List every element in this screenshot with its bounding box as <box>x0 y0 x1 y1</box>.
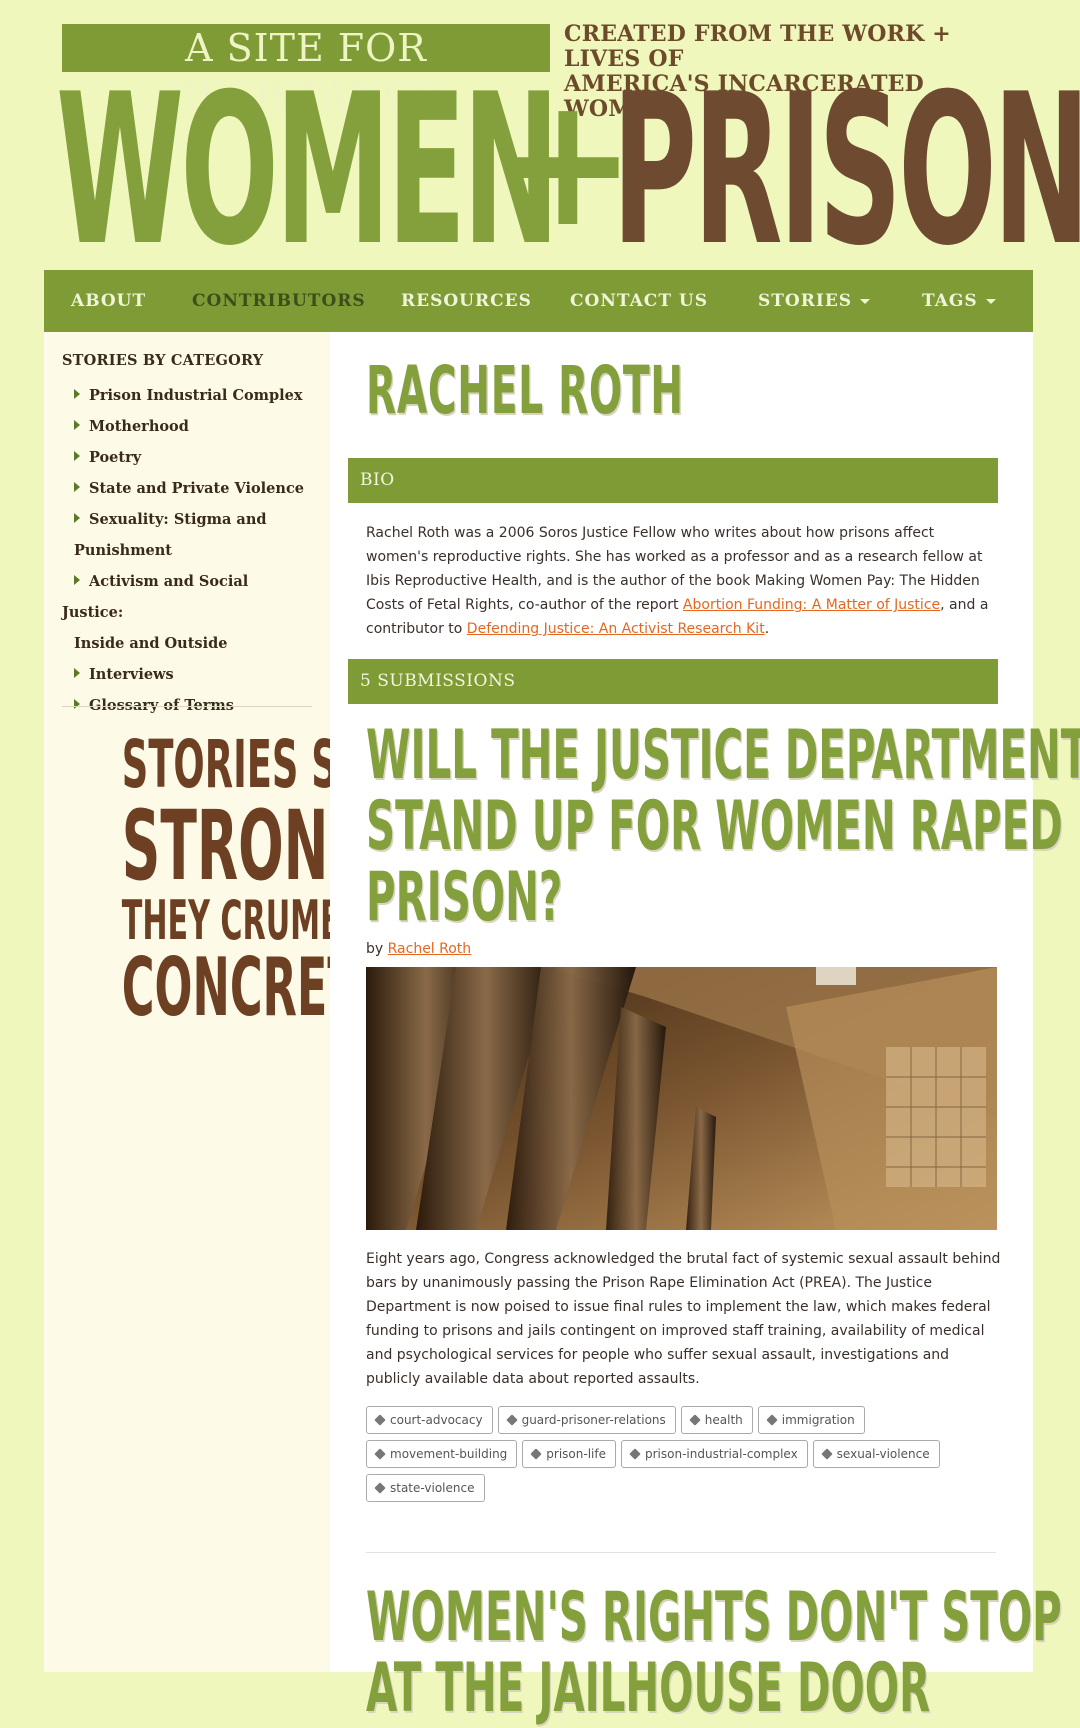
category-item[interactable]: Poetry <box>62 442 307 473</box>
tag-label: movement-building <box>390 1447 508 1461</box>
tag-label: health <box>704 1413 743 1427</box>
tag-label: prison-industrial-complex <box>645 1447 798 1461</box>
tag-pill[interactable]: prison-industrial-complex <box>621 1440 808 1468</box>
post-title-line: WILL THE JUSTICE DEPARTMENT <box>366 716 1080 795</box>
tag-icon <box>505 1414 518 1426</box>
sidebar-title: STORIES BY CATEGORY <box>62 352 264 369</box>
caret-right-icon <box>74 668 80 678</box>
tag-icon <box>821 1448 833 1460</box>
post-byline: by Rachel Roth <box>366 941 471 957</box>
category-list: Prison Industrial Complex Motherhood Poe… <box>62 380 307 721</box>
nav-contact-us[interactable]: CONTACT US <box>570 291 708 311</box>
category-label: Motherhood <box>89 418 189 435</box>
category-label-cont: Inside and Outside <box>74 635 228 652</box>
nav-contributors[interactable]: CONTRIBUTORS <box>192 291 366 311</box>
slogan-line: STRONG <box>121 790 373 902</box>
category-item[interactable]: Motherhood <box>62 411 307 442</box>
caret-right-icon <box>74 389 80 399</box>
tag-icon <box>374 1448 386 1460</box>
category-label: Prison Industrial Complex <box>89 387 303 404</box>
tag-pill[interactable]: court-advocacy <box>366 1406 493 1434</box>
abortion-funding-link[interactable]: Abortion Funding: A Matter of Justice <box>683 597 940 613</box>
post-divider <box>366 1552 996 1553</box>
nav-stories-label: STORIES <box>758 291 853 311</box>
submissions-heading: 5 SUBMISSIONS <box>348 659 998 704</box>
bio-text-part: . <box>764 621 770 637</box>
category-label: State and Private Violence <box>89 480 305 497</box>
post-title[interactable]: WOMEN'S RIGHTS DON'T STOP AT THE JAILHOU… <box>366 1578 1062 1728</box>
chevron-down-icon <box>985 299 996 304</box>
slogan-line: THEY CRUMBLE <box>121 889 383 952</box>
logo-women: WOMEN <box>56 50 560 292</box>
category-label: Sexuality: Stigma and <box>89 511 267 528</box>
tag-label: court-advocacy <box>390 1413 483 1427</box>
category-item[interactable]: Prison Industrial Complex <box>62 380 307 411</box>
tag-icon <box>530 1448 542 1460</box>
bio-text: Rachel Roth was a 2006 Soros Justice Fel… <box>366 521 996 641</box>
tag-pill[interactable]: prison-life <box>522 1440 616 1468</box>
nav-tags[interactable]: TAGS <box>922 291 996 311</box>
tag-label: state-violence <box>390 1481 475 1495</box>
nav-resources[interactable]: RESOURCES <box>401 291 532 311</box>
site-logo[interactable]: WOMEN + PRISON <box>56 67 1080 275</box>
tag-label: immigration <box>781 1413 855 1427</box>
category-item[interactable]: Interviews <box>62 659 307 690</box>
slogan-line: STORIES SO <box>121 726 370 803</box>
category-item[interactable]: State and Private Violence <box>62 473 307 504</box>
post-title[interactable]: WILL THE JUSTICE DEPARTMENT STAND UP FOR… <box>366 716 1080 937</box>
caret-right-icon <box>74 482 80 492</box>
tag-label: sexual-violence <box>836 1447 930 1461</box>
tag-icon <box>766 1414 778 1426</box>
post-title-line: STAND UP FOR WOMEN RAPED IN <box>366 787 1080 866</box>
tag-list: court-advocacy guard-prisoner-relations he… <box>366 1406 1006 1508</box>
main-nav: ABOUT CONTRIBUTORS RESOURCES CONTACT US … <box>44 270 1033 332</box>
chevron-down-icon <box>860 299 871 304</box>
logo-prison: PRISON <box>612 50 1080 292</box>
category-label: Poetry <box>89 449 142 466</box>
category-label: Interviews <box>89 666 174 683</box>
author-link[interactable]: Rachel Roth <box>388 941 472 957</box>
logo-plus: + <box>500 58 636 267</box>
post-excerpt: Eight years ago, Congress acknowledged t… <box>366 1251 1001 1387</box>
main-content: RACHEL ROTH BIO Rachel Roth was a 2006 S… <box>330 332 1080 1724</box>
courthouse-columns-image <box>366 967 997 1230</box>
slogan-line: CONCRETE <box>121 941 389 1034</box>
category-label-cont: Punishment <box>74 542 173 559</box>
slogan-graphic: STORIES SO STRONG THEY CRUMBLE CONCRETE <box>80 726 389 1034</box>
nav-stories[interactable]: STORIES <box>758 291 871 311</box>
tag-icon <box>629 1448 641 1460</box>
tag-pill[interactable]: immigration <box>757 1406 865 1434</box>
post-title-line: WOMEN'S RIGHTS DON'T STOP <box>366 1578 1062 1657</box>
nav-tags-label: TAGS <box>922 291 978 311</box>
caret-right-icon <box>74 451 80 461</box>
tag-pill[interactable]: health <box>680 1406 753 1434</box>
nav-about[interactable]: ABOUT <box>71 291 146 311</box>
caret-right-icon <box>74 420 80 430</box>
post-image[interactable] <box>366 967 997 1230</box>
sidebar: STORIES BY CATEGORY Prison Industrial Co… <box>44 332 389 1672</box>
tag-icon <box>374 1414 386 1426</box>
tag-pill[interactable]: sexual-violence <box>812 1440 940 1468</box>
post-title-line: AT THE JAILHOUSE DOOR <box>366 1649 931 1728</box>
category-item[interactable]: Sexuality: Stigma and Punishment <box>62 504 307 566</box>
category-item[interactable]: Activism and Social Justice: Inside and O… <box>62 566 307 659</box>
caret-right-icon <box>74 699 80 709</box>
post-title-line: PRISON? <box>366 858 563 937</box>
tag-pill[interactable]: state-violence <box>366 1474 485 1502</box>
sidebar-divider <box>62 706 312 707</box>
site-header: A SITE FOR RESISTANCE CREATED FROM THE W… <box>56 18 1080 276</box>
tag-icon <box>374 1482 386 1494</box>
bio-heading: BIO <box>348 458 998 503</box>
page-title: RACHEL ROTH <box>366 352 684 429</box>
byline-label: by <box>366 941 388 957</box>
defending-justice-link[interactable]: Defending Justice: An Activist Research … <box>467 621 765 637</box>
tag-icon <box>689 1414 701 1426</box>
tag-label: prison-life <box>546 1447 606 1461</box>
tag-label: guard-prisoner-relations <box>521 1413 666 1427</box>
category-label: Activism and Social Justice: <box>62 573 249 621</box>
tag-pill[interactable]: movement-building <box>366 1440 518 1468</box>
caret-right-icon <box>74 575 80 585</box>
caret-right-icon <box>74 513 80 523</box>
tag-pill[interactable]: guard-prisoner-relations <box>497 1406 676 1434</box>
